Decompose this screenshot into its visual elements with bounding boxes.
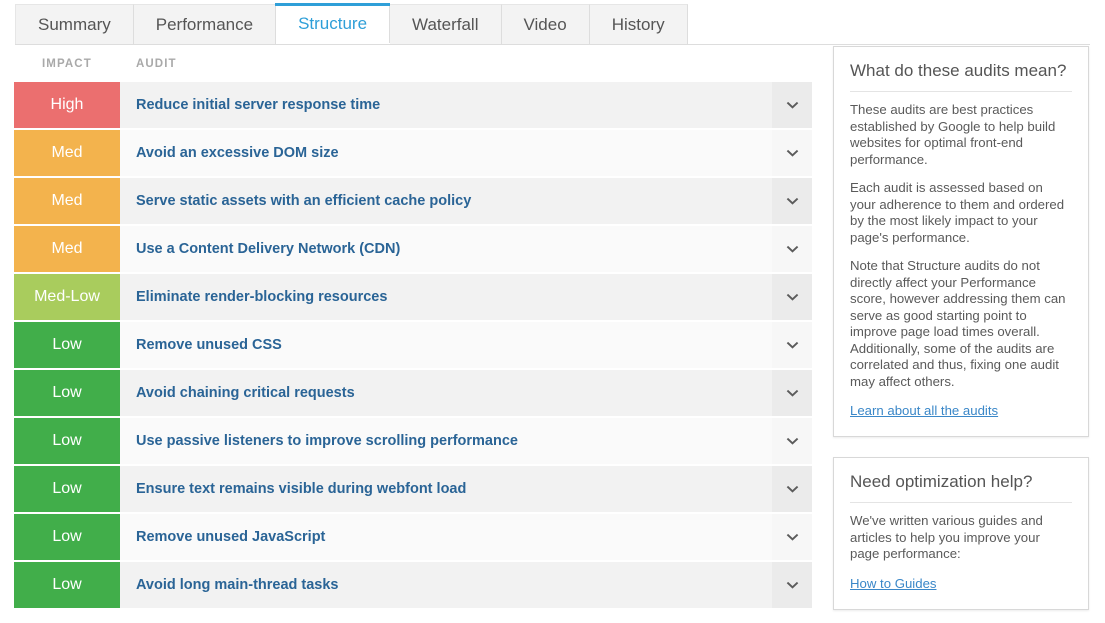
audit-title-link[interactable]: Use passive listeners to improve scrolli…: [120, 418, 772, 464]
chevron-down-icon: [786, 387, 799, 400]
structure-audits-page: Summary Performance Structure Waterfall Vide…: [0, 0, 1105, 623]
expand-row-button[interactable]: [772, 226, 812, 272]
page-content: IMPACT AUDIT High Reduce initial server r…: [0, 46, 1105, 623]
column-header-impact: IMPACT: [42, 58, 92, 70]
info-panel: Need optimization help? We've written var…: [833, 457, 1089, 610]
chevron-down-icon: [786, 99, 799, 112]
audit-title-link[interactable]: Eliminate render-blocking resources: [120, 274, 772, 320]
tab-structure[interactable]: Structure: [275, 3, 391, 45]
panel-title: Need optimization help?: [850, 472, 1072, 503]
chevron-down-icon: [786, 291, 799, 304]
impact-badge: Low: [14, 562, 120, 608]
info-panel: What do these audits mean? These audits a…: [833, 46, 1089, 437]
tab-list: Summary Performance Structure Waterfall Vide…: [15, 3, 688, 45]
audit-title-link[interactable]: Avoid chaining critical requests: [120, 370, 772, 416]
table-row[interactable]: Low Ensure text remains visible during we…: [14, 466, 812, 512]
table-row[interactable]: Low Remove unused CSS: [14, 322, 812, 368]
impact-badge: Med: [14, 226, 120, 272]
impact-badge: Med: [14, 130, 120, 176]
column-header-audit: AUDIT: [136, 58, 177, 70]
audit-title-link[interactable]: Remove unused CSS: [120, 322, 772, 368]
panel-link[interactable]: Learn about all the audits: [850, 403, 998, 418]
side-panels: What do these audits mean? These audits a…: [833, 46, 1089, 610]
tab-waterfall[interactable]: Waterfall: [390, 4, 502, 45]
chevron-down-icon: [786, 531, 799, 544]
table-row[interactable]: Low Avoid long main-thread tasks: [14, 562, 812, 608]
tab-performance[interactable]: Performance: [133, 4, 277, 45]
table-row[interactable]: Med Serve static assets with an efficient…: [14, 178, 812, 224]
expand-row-button[interactable]: [772, 274, 812, 320]
impact-badge: Low: [14, 514, 120, 560]
panel-paragraph: Note that Structure audits do not direct…: [850, 258, 1066, 389]
chevron-down-icon: [786, 195, 799, 208]
audit-row-list: High Reduce initial server response time M…: [14, 82, 812, 608]
impact-badge: Low: [14, 322, 120, 368]
table-row[interactable]: Med Avoid an excessive DOM size: [14, 130, 812, 176]
table-row[interactable]: Low Avoid chaining critical requests: [14, 370, 812, 416]
audit-title-link[interactable]: Ensure text remains visible during webfo…: [120, 466, 772, 512]
table-row[interactable]: Med-Low Eliminate render-blocking resourc…: [14, 274, 812, 320]
tab-bar-underline: [15, 44, 1090, 45]
expand-row-button[interactable]: [772, 466, 812, 512]
audit-title-link[interactable]: Avoid long main-thread tasks: [120, 562, 772, 608]
expand-row-button[interactable]: [772, 562, 812, 608]
expand-row-button[interactable]: [772, 178, 812, 224]
table-header-row: IMPACT AUDIT: [14, 46, 812, 82]
chevron-down-icon: [786, 579, 799, 592]
expand-row-button[interactable]: [772, 82, 812, 128]
panel-paragraph: Each audit is assessed based on your adh…: [850, 180, 1065, 245]
expand-row-button[interactable]: [772, 370, 812, 416]
expand-row-button[interactable]: [772, 514, 812, 560]
table-row[interactable]: Low Remove unused JavaScript: [14, 514, 812, 560]
impact-badge: High: [14, 82, 120, 128]
expand-row-button[interactable]: [772, 418, 812, 464]
impact-badge: Med-Low: [14, 274, 120, 320]
impact-badge: Med: [14, 178, 120, 224]
audit-title-link[interactable]: Serve static assets with an efficient ca…: [120, 178, 772, 224]
tab-video[interactable]: Video: [501, 4, 590, 45]
table-row[interactable]: High Reduce initial server response time: [14, 82, 812, 128]
expand-row-button[interactable]: [772, 322, 812, 368]
impact-badge: Low: [14, 418, 120, 464]
tab-bar: Summary Performance Structure Waterfall Vide…: [0, 0, 1105, 46]
chevron-down-icon: [786, 435, 799, 448]
chevron-down-icon: [786, 243, 799, 256]
audit-title-link[interactable]: Use a Content Delivery Network (CDN): [120, 226, 772, 272]
panel-link[interactable]: How to Guides: [850, 576, 937, 591]
panel-title: What do these audits mean?: [850, 61, 1072, 92]
chevron-down-icon: [786, 483, 799, 496]
impact-badge: Low: [14, 370, 120, 416]
tab-history[interactable]: History: [589, 4, 688, 45]
audit-title-link[interactable]: Avoid an excessive DOM size: [120, 130, 772, 176]
panel-paragraph: We've written various guides and article…: [850, 513, 1043, 561]
chevron-down-icon: [786, 147, 799, 160]
audit-table: IMPACT AUDIT High Reduce initial server r…: [14, 46, 812, 610]
audit-title-link[interactable]: Reduce initial server response time: [120, 82, 772, 128]
table-row[interactable]: Low Use passive listeners to improve scro…: [14, 418, 812, 464]
panel-paragraph: These audits are best practices establis…: [850, 102, 1056, 167]
tab-summary[interactable]: Summary: [15, 4, 134, 45]
audit-title-link[interactable]: Remove unused JavaScript: [120, 514, 772, 560]
expand-row-button[interactable]: [772, 130, 812, 176]
impact-badge: Low: [14, 466, 120, 512]
chevron-down-icon: [786, 339, 799, 352]
table-row[interactable]: Med Use a Content Delivery Network (CDN): [14, 226, 812, 272]
